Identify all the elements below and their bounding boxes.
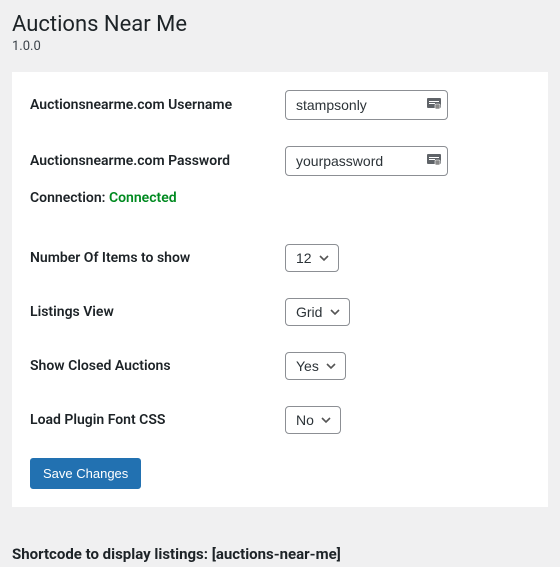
connection-status: Connected xyxy=(109,190,177,206)
shortcode-row: Shortcode to display listings: [auctions… xyxy=(12,545,548,563)
items-to-show-select[interactable]: 12 xyxy=(285,244,339,272)
show-closed-label: Show Closed Auctions xyxy=(30,358,285,374)
username-label: Auctionsnearme.com Username xyxy=(30,97,285,113)
page-title: Auctions Near Me xyxy=(12,12,548,37)
username-input[interactable] xyxy=(285,90,448,120)
listings-view-select[interactable]: Grid xyxy=(285,298,350,326)
listings-view-label: Listings View xyxy=(30,304,285,320)
load-font-css-select[interactable]: No xyxy=(285,406,341,434)
version-text: 1.0.0 xyxy=(12,39,548,54)
shortcode-value: [auctions-near-me] xyxy=(212,545,341,563)
shortcode-label: Shortcode to display listings: xyxy=(12,545,212,563)
connection-row: Connection: Connected xyxy=(30,190,530,206)
items-to-show-label: Number Of Items to show xyxy=(30,250,285,266)
save-button[interactable]: Save Changes xyxy=(30,458,141,489)
show-closed-select[interactable]: Yes xyxy=(285,352,346,380)
connection-label: Connection: xyxy=(30,190,109,206)
load-font-css-label: Load Plugin Font CSS xyxy=(30,412,285,428)
settings-panel: Auctionsnearme.com Username Auctionsnear… xyxy=(12,72,548,507)
password-input[interactable] xyxy=(285,146,448,176)
password-label: Auctionsnearme.com Password xyxy=(30,153,285,169)
